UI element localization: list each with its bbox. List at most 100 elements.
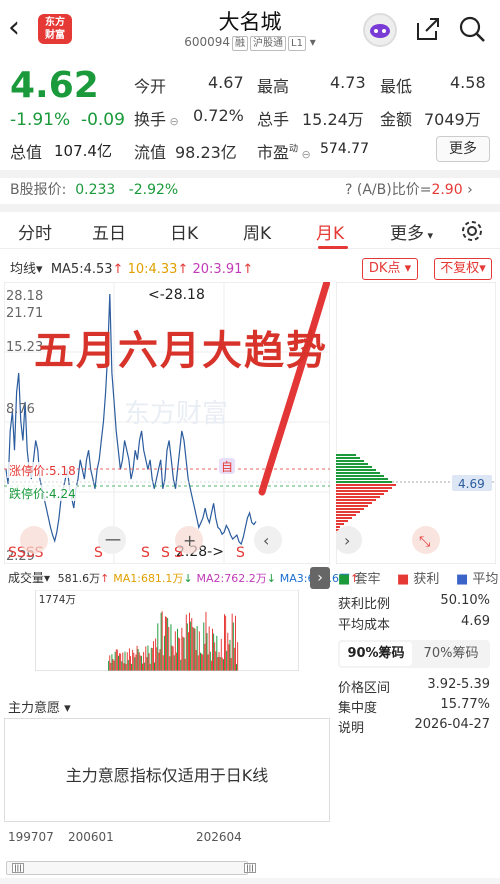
volume-bar: [131, 663, 133, 671]
chip-bar: [336, 487, 392, 489]
volume-bar: [123, 663, 125, 671]
more-button[interactable]: 更多: [436, 136, 490, 162]
volume-bar: [184, 658, 186, 671]
mktcap-value: 107.4亿: [54, 142, 112, 160]
volume-bar: [167, 618, 169, 671]
volume-bar: [178, 637, 180, 671]
volume-bar: [140, 655, 142, 671]
gear-icon[interactable]: [460, 219, 484, 243]
x-label-mid: 200601: [68, 830, 114, 844]
volume-bar: [133, 652, 135, 671]
ab-ratio[interactable]: ? (A/B)比价=2.90 ›: [345, 179, 473, 199]
handwritten-note: 五月六月大趋势: [34, 327, 328, 374]
volume-bar: [116, 649, 118, 671]
prev-icon[interactable]: [20, 526, 48, 554]
share-icon[interactable]: [414, 15, 442, 43]
chip-bar: [336, 478, 388, 480]
chevron-down-icon[interactable]: ▾: [310, 35, 316, 49]
bshare-row[interactable]: B股报价: 0.233 -2.92%: [10, 179, 178, 199]
volume-select[interactable]: 成交量: [8, 571, 44, 585]
volume-bar: [155, 638, 157, 671]
low-label: 最低: [380, 77, 413, 96]
volume-bar: [219, 657, 221, 671]
volume-bar: [198, 631, 200, 671]
volume-bar: [174, 631, 176, 671]
volume-bar: [147, 645, 149, 671]
volume-bar: [113, 660, 115, 671]
volume-bar: [175, 652, 177, 671]
volume-bar: [177, 628, 178, 671]
tab-intraday[interactable]: 分时: [18, 219, 52, 244]
volume-bar: [195, 650, 197, 671]
volume-bar: [124, 651, 126, 671]
watermark: 东方财富: [124, 399, 228, 429]
ma-type-select[interactable]: 均线: [10, 262, 36, 277]
chip-bar: [336, 484, 396, 486]
chip-distribution[interactable]: 4.69 › ⤡: [336, 282, 496, 564]
volume-bar: [132, 649, 134, 671]
tab-weekly[interactable]: 周K: [243, 219, 271, 244]
volume-value: 15.24万: [302, 110, 364, 129]
volume-bar: [212, 628, 213, 671]
volume-bar: [229, 639, 231, 671]
chip-bar: [336, 496, 380, 498]
chevron-right-icon: ›: [467, 182, 473, 198]
main-intent-select[interactable]: 主力意愿 ▾: [8, 697, 71, 716]
volume-bar: [111, 654, 113, 671]
avatar[interactable]: [363, 13, 397, 47]
volume-chart[interactable]: 1774万: [4, 590, 330, 690]
price-range: 价格区间 3.92-5.39: [338, 677, 490, 696]
chip-bar: [336, 514, 356, 516]
avg-cost: 平均成本 4.69: [338, 614, 490, 633]
volume-bar: [224, 614, 225, 671]
volume-bar: [171, 645, 173, 671]
back-icon[interactable]: ‹: [8, 10, 38, 46]
volume-bar: [190, 621, 192, 671]
dk-button[interactable]: DK点 ▾: [362, 258, 418, 280]
help-icon[interactable]: ?: [345, 182, 352, 198]
volume-bar: [121, 661, 123, 671]
chip-bar: [336, 481, 392, 483]
limit-down-label: 跌停价:4.24: [9, 486, 76, 501]
volume-bar: [169, 656, 171, 671]
x-label-start: 199707: [8, 830, 54, 844]
tab-5day[interactable]: 五日: [92, 219, 126, 244]
chip-bar: [336, 493, 384, 495]
chip-bar: [336, 469, 376, 471]
max-marker: <-28.18: [148, 287, 205, 303]
tab-more[interactable]: 更多 ▾: [390, 219, 433, 244]
tab-monthly[interactable]: 月K: [316, 219, 344, 244]
volume-bar: [221, 657, 223, 671]
time-scrollbar[interactable]: ||| |||: [0, 858, 500, 880]
volume-bar: [233, 647, 235, 671]
float-label: 流值: [134, 143, 167, 162]
chip-bar: [336, 472, 380, 474]
volume-bar: [220, 638, 222, 671]
kline-chart[interactable]: 东方财富 28.18 21.71 15.23 8.76 2.29 <-28.18…: [4, 282, 330, 564]
expand-arrow-icon[interactable]: ›: [310, 567, 330, 589]
volume-bar: [194, 628, 196, 671]
tab-chip-90[interactable]: 90%筹码: [340, 642, 412, 666]
volume-bar: [125, 663, 127, 671]
search-icon[interactable]: [458, 15, 486, 43]
chip-tab-group: 90%筹码 70%筹码: [338, 640, 490, 668]
volume-bar: [137, 649, 139, 671]
volume-bar: [163, 635, 165, 671]
chip-bar: [336, 523, 344, 525]
adjust-button[interactable]: 不复权▾: [434, 258, 492, 280]
price-change: -1.91% -0.09: [10, 110, 125, 130]
tab-chip-70[interactable]: 70%筹码: [414, 642, 488, 666]
volume-bar: [156, 647, 158, 671]
volume-bar: [109, 655, 111, 671]
tab-daily[interactable]: 日K: [170, 219, 198, 244]
volume-bar: [158, 652, 160, 671]
scroll-handle-left[interactable]: |||: [12, 863, 24, 873]
open-field: 今开: [134, 77, 167, 96]
volume-bar: [189, 612, 190, 671]
volume-bar: [213, 633, 215, 671]
divider: [0, 204, 500, 212]
volume-bar: [183, 637, 185, 671]
chip-bar: [336, 490, 388, 492]
volume-bar: [127, 660, 129, 671]
scroll-handle-right[interactable]: |||: [244, 863, 256, 873]
